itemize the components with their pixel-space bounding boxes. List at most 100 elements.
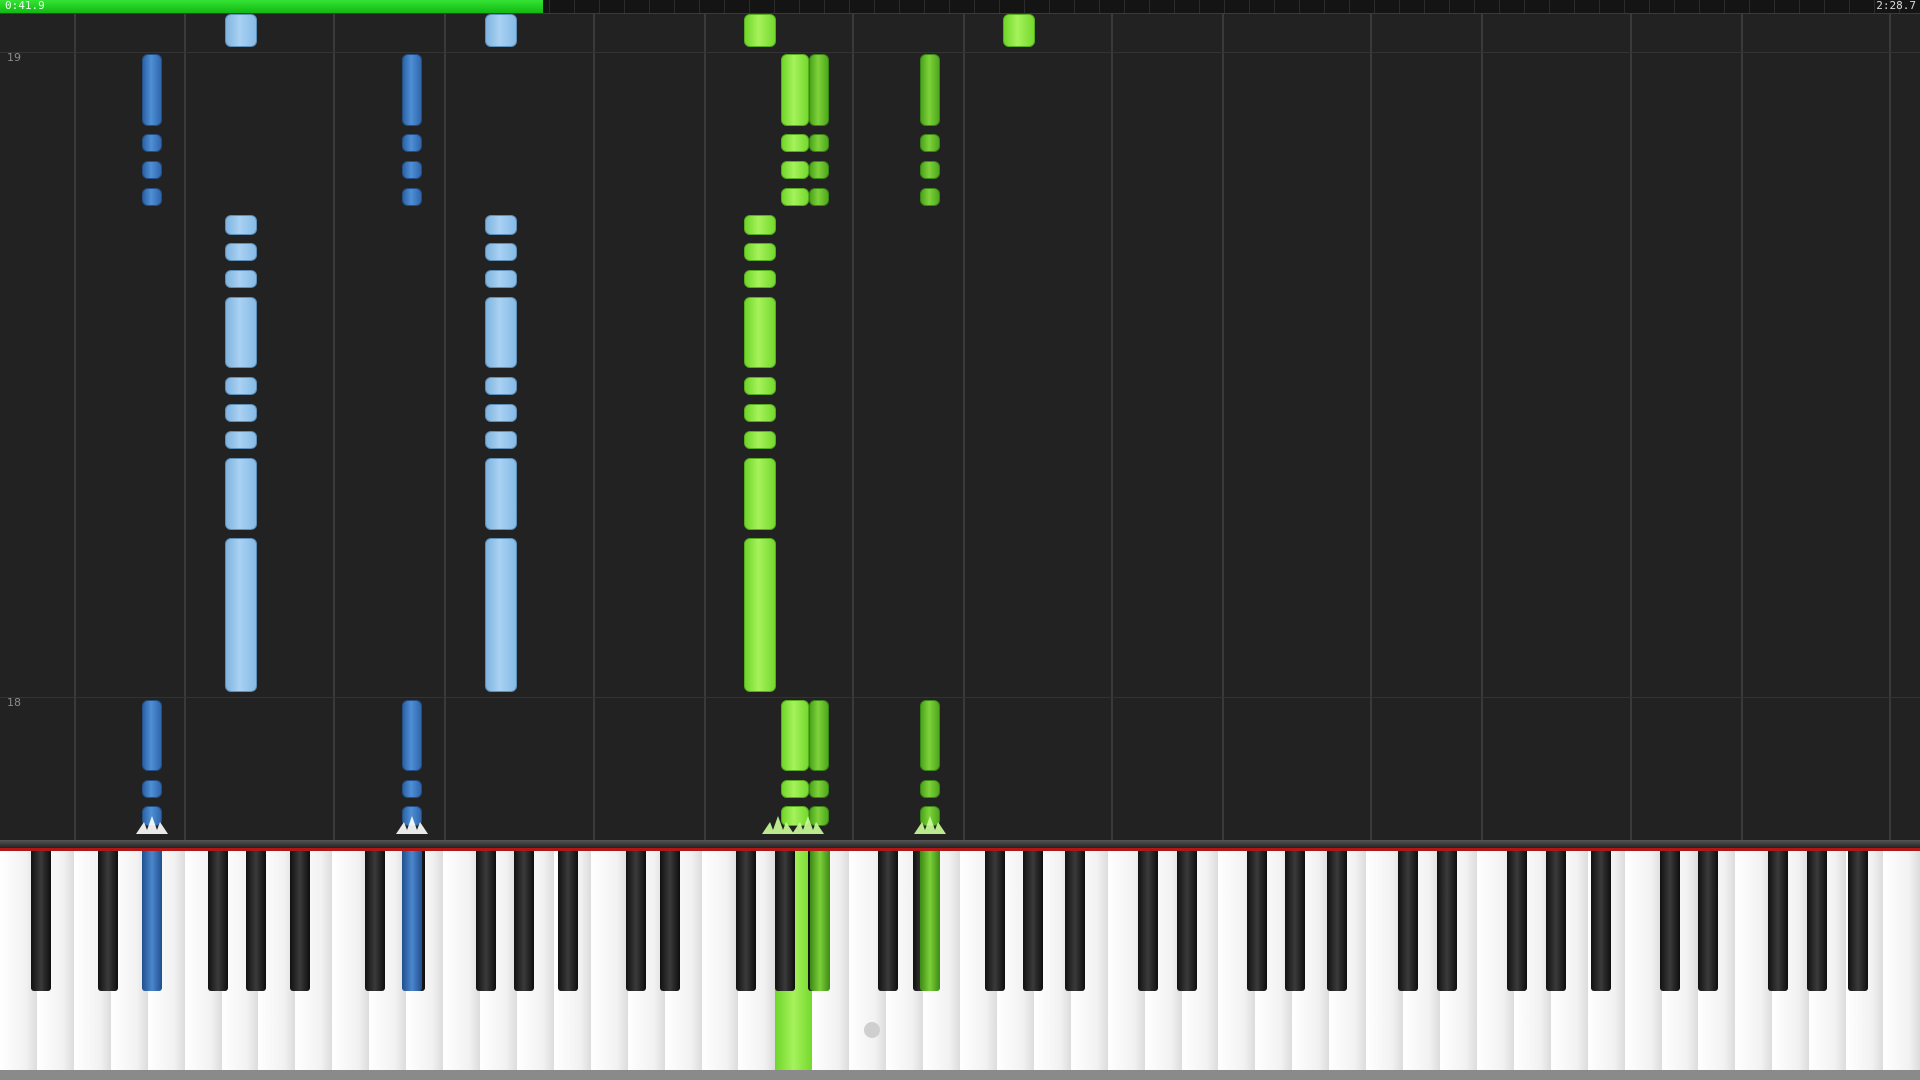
black-key[interactable]: [736, 851, 756, 991]
grid-line: [963, 14, 965, 840]
note-bar: [142, 188, 162, 206]
note-bar: [485, 431, 517, 449]
black-key[interactable]: [1177, 851, 1197, 991]
time-total: 2:28.7: [1876, 0, 1916, 12]
note-bar: [920, 700, 940, 771]
black-key[interactable]: [98, 851, 118, 991]
keyboard-bottom-rail: [0, 1070, 1920, 1080]
black-key[interactable]: [558, 851, 578, 991]
note-bar: [225, 243, 257, 261]
note-bar: [809, 188, 829, 206]
note-bar: [744, 458, 776, 530]
note-bar: [920, 54, 940, 126]
grid-line: [333, 14, 335, 840]
note-bar: [225, 538, 257, 692]
note-bar: [225, 458, 257, 530]
black-key[interactable]: [985, 851, 1005, 991]
black-key[interactable]: [31, 851, 51, 991]
grid-line: [184, 14, 186, 840]
note-bar: [744, 297, 776, 368]
note-bar: [920, 780, 940, 798]
note-bar: [485, 297, 517, 368]
black-key[interactable]: [1285, 851, 1305, 991]
note-bar: [744, 243, 776, 261]
black-key[interactable]: [1698, 851, 1718, 991]
piano-roll: 19 18: [0, 14, 1920, 840]
note-bar: [809, 134, 829, 152]
note-bar: [225, 215, 257, 235]
note-bar: [744, 14, 776, 47]
note-bar: [920, 161, 940, 179]
note-bar: [225, 297, 257, 368]
black-key[interactable]: [1591, 851, 1611, 991]
black-key[interactable]: [626, 851, 646, 991]
black-key[interactable]: [246, 851, 266, 991]
white-key[interactable]: [590, 851, 629, 1070]
white-key[interactable]: [1883, 851, 1920, 1070]
black-key[interactable]: [1768, 851, 1788, 991]
note-bar: [402, 134, 422, 152]
black-key[interactable]: [1247, 851, 1267, 991]
black-key[interactable]: [1327, 851, 1347, 991]
black-key[interactable]: [920, 851, 940, 991]
black-key[interactable]: [810, 851, 830, 991]
note-bar: [402, 161, 422, 179]
black-key[interactable]: [1437, 851, 1457, 991]
note-bar: [920, 188, 940, 206]
black-key[interactable]: [1807, 851, 1827, 991]
note-bar: [485, 14, 517, 47]
note-bar: [485, 215, 517, 235]
note-bar: [809, 161, 829, 179]
note-bar: [485, 377, 517, 395]
note-bar: [809, 780, 829, 798]
note-bar: [744, 431, 776, 449]
note-bar: [781, 134, 809, 152]
note-bar: [809, 54, 829, 126]
black-key[interactable]: [142, 851, 162, 991]
measure-line: [0, 697, 1920, 698]
black-key[interactable]: [1398, 851, 1418, 991]
middle-c-marker: [864, 1022, 880, 1038]
black-key[interactable]: [290, 851, 310, 991]
black-key[interactable]: [660, 851, 680, 991]
grid-line: [1481, 14, 1483, 840]
measure-number: 19: [7, 51, 21, 64]
black-key[interactable]: [1023, 851, 1043, 991]
black-key[interactable]: [775, 851, 795, 991]
black-key[interactable]: [476, 851, 496, 991]
grid-line: [1630, 14, 1632, 840]
note-bar: [744, 538, 776, 692]
grid-line: [1222, 14, 1224, 840]
note-bar: [744, 404, 776, 422]
note-bar: [142, 780, 162, 798]
black-key[interactable]: [1138, 851, 1158, 991]
note-bar: [485, 538, 517, 692]
black-key[interactable]: [365, 851, 385, 991]
note-bar: [781, 161, 809, 179]
hit-sparkle: [912, 816, 948, 834]
black-key[interactable]: [208, 851, 228, 991]
grid-line: [444, 14, 446, 840]
white-key[interactable]: [1624, 851, 1663, 1070]
hit-sparkle: [134, 816, 170, 834]
hit-sparkle: [790, 816, 826, 834]
note-bar: [225, 431, 257, 449]
black-key[interactable]: [1546, 851, 1566, 991]
black-key[interactable]: [878, 851, 898, 991]
piano-keyboard: [0, 840, 1920, 1080]
hit-sparkle: [394, 816, 430, 834]
black-key[interactable]: [1065, 851, 1085, 991]
black-key[interactable]: [514, 851, 534, 991]
black-key[interactable]: [1660, 851, 1680, 991]
note-bar: [402, 780, 422, 798]
black-key[interactable]: [1507, 851, 1527, 991]
white-key[interactable]: [701, 851, 740, 1070]
measure-line: [0, 52, 1920, 53]
note-bar: [485, 458, 517, 530]
song-progress-bar[interactable]: 0:41.9 2:28.7: [0, 0, 1920, 14]
progress-fill: [0, 0, 544, 13]
black-key[interactable]: [1848, 851, 1868, 991]
grid-line: [593, 14, 595, 840]
black-key[interactable]: [402, 851, 422, 991]
note-bar: [402, 700, 422, 771]
